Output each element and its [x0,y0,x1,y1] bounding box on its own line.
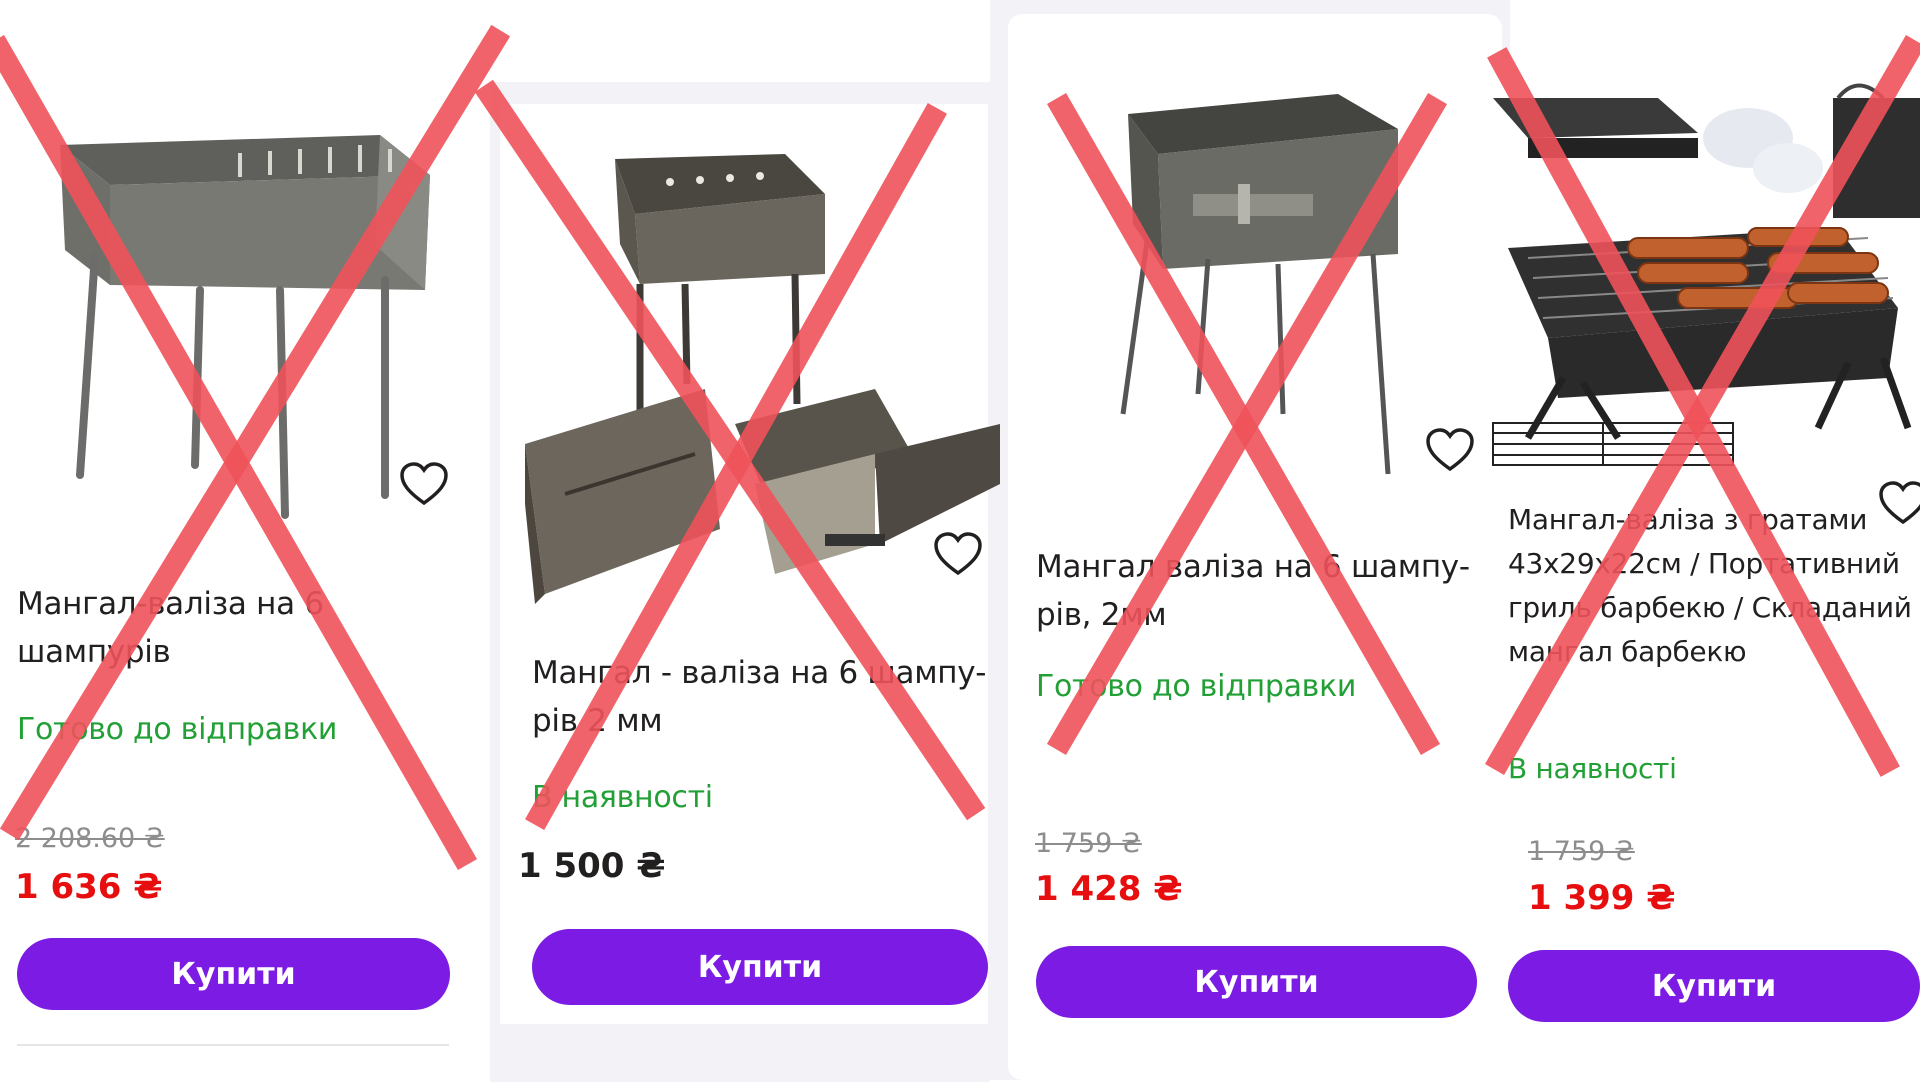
product-title[interactable]: Мангал - валіза на 6 шампу- рів 2 мм [532,649,992,745]
buy-button[interactable]: Купити [17,938,450,1010]
product-card[interactable]: Мангал валіза на 6 шампу- рів, 2мм Готов… [1008,14,1502,1080]
product-title[interactable]: Мангал-валіза на 6 шампурів [17,580,477,676]
buy-button[interactable]: Купити [1036,946,1477,1018]
old-price: 2 208.60 ₴ [15,823,165,854]
heart-icon[interactable] [399,461,449,507]
product-card[interactable]: Мангал-валіза з гратами 43х29х22см / Пор… [1488,58,1920,1080]
title-line: Мангал - валіза на 6 шампу- [532,655,987,691]
current-price: 1 500 ₴ [518,846,666,886]
title-line: рів 2 мм [532,703,663,739]
title-line: рів, 2мм [1036,597,1167,633]
title-line: Мангал валіза на 6 шампу- [1036,549,1470,585]
old-price: 1 759 ₴ [1035,828,1142,859]
availability-status: В наявності [532,780,713,815]
product-image[interactable] [1488,78,1920,468]
card-divider [17,1044,449,1046]
buy-button[interactable]: Купити [1508,950,1920,1022]
current-price: 1 399 ₴ [1528,878,1676,918]
title-line: Мангал-валіза з гратами [1508,503,1868,536]
availability-status: Готово до відправки [1036,669,1357,704]
buy-button[interactable]: Купити [532,929,988,1005]
title-line: гриль барбекю / Складаний [1508,591,1912,624]
product-card[interactable]: Мангал-валіза на 6 шампурів Готово до ві… [0,35,480,1046]
current-price: 1 636 ₴ [15,867,163,907]
product-image[interactable] [30,75,450,545]
title-line: 43х29х22см / Портативний [1508,547,1900,580]
old-price: 1 759 ₴ [1528,836,1635,867]
availability-status: В наявності [1508,752,1677,785]
product-card[interactable]: Мангал - валіза на 6 шампу- рів 2 мм В н… [500,104,1000,1024]
heart-icon[interactable] [933,531,983,577]
product-image[interactable] [525,134,1000,614]
product-title[interactable]: Мангал валіза на 6 шампу- рів, 2мм [1036,543,1496,639]
product-title[interactable]: Мангал-валіза з гратами 43х29х22см / Пор… [1508,498,1920,674]
product-image[interactable] [1098,54,1428,494]
availability-status: Готово до відправки [17,712,338,747]
heart-icon[interactable] [1425,427,1475,473]
title-line: мангал барбекю [1508,635,1747,668]
current-price: 1 428 ₴ [1035,869,1183,909]
